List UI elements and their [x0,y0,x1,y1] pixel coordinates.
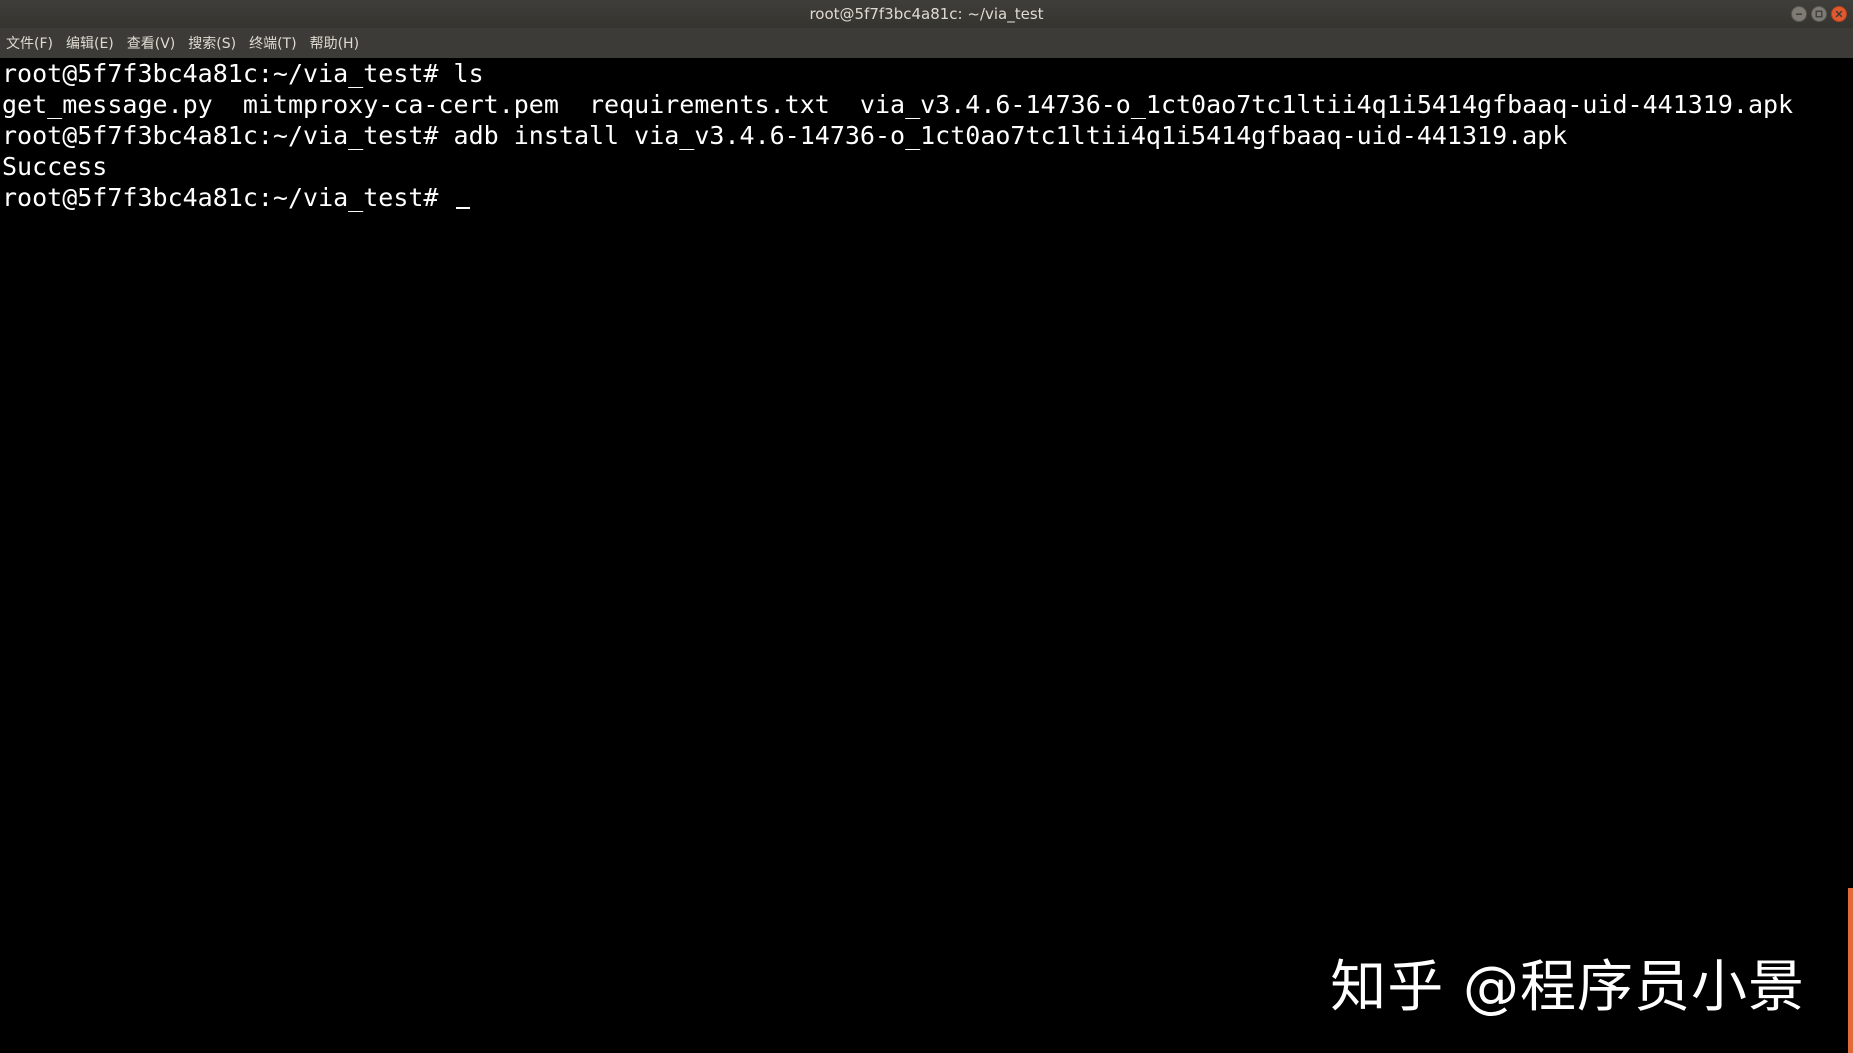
terminal-line-adb-command: root@5f7f3bc4a81c:~/via_test# adb instal… [2,121,1568,150]
window-title: root@5f7f3bc4a81c: ~/via_test [809,5,1044,23]
menu-terminal[interactable]: 终端(T) [249,33,296,53]
menu-view[interactable]: 查看(V) [127,33,176,53]
menu-file[interactable]: 文件(F) [6,33,53,53]
terminal-line-prompt[interactable]: root@5f7f3bc4a81c:~/via_test# [2,182,1853,213]
menu-bar: 文件(F) 编辑(E) 查看(V) 搜索(S) 终端(T) 帮助(H) [0,28,1853,58]
maximize-button[interactable] [1811,6,1827,22]
terminal-area[interactable]: root@5f7f3bc4a81c:~/via_test# ls get_mes… [0,58,1853,1053]
prompt-text: root@5f7f3bc4a81c:~/via_test# [2,183,454,212]
minimize-icon [1796,13,1802,15]
close-icon [1835,10,1843,18]
text-cursor [455,207,470,209]
menu-edit[interactable]: 编辑(E) [66,33,114,53]
menu-search[interactable]: 搜索(S) [188,33,236,53]
close-button[interactable] [1831,6,1847,22]
window-controls [1791,6,1847,22]
scrollbar-edge[interactable] [1848,888,1853,1053]
title-bar[interactable]: root@5f7f3bc4a81c: ~/via_test [0,0,1853,28]
minimize-button[interactable] [1791,6,1807,22]
terminal-line-ls-command: root@5f7f3bc4a81c:~/via_test# ls [2,59,484,88]
menu-help[interactable]: 帮助(H) [310,33,359,53]
watermark: 知乎 @程序员小景 [1330,955,1805,1020]
maximize-icon [1815,10,1823,18]
terminal-window: root@5f7f3bc4a81c: ~/via_test 文件(F) 编辑(E… [0,0,1853,1053]
terminal-line-success: Success [2,152,108,181]
terminal-line-ls-output: get_message.py mitmproxy-ca-cert.pem req… [2,90,1794,119]
